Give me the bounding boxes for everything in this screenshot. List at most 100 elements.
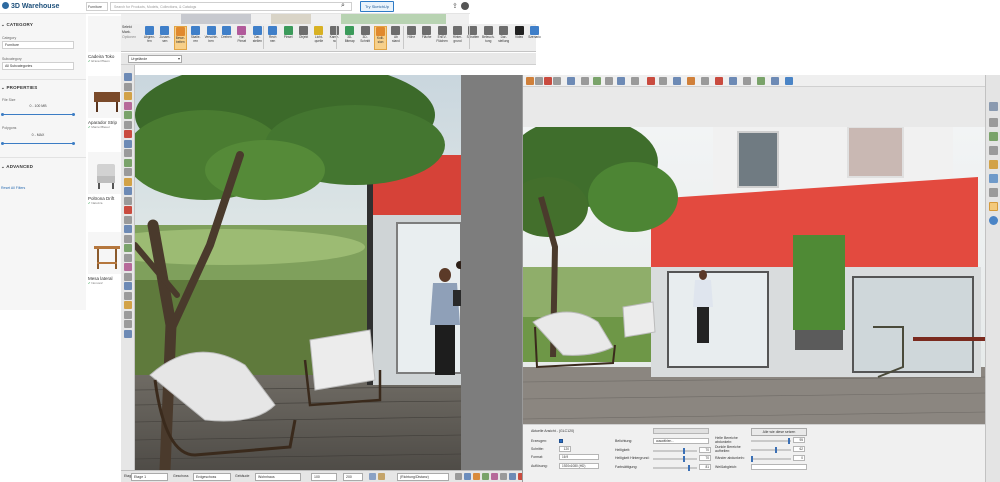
- draw-tool-icon[interactable]: [124, 177, 132, 186]
- dunkle-slider[interactable]: [751, 447, 791, 453]
- result-thumbnail[interactable]: [88, 76, 122, 118]
- draw-tool-icon[interactable]: [124, 130, 132, 138]
- result-card[interactable]: Poltrona Drift ✔ Natuzza: [88, 152, 122, 205]
- tool-bitmap-button[interactable]: 3D- Bitmap: [343, 26, 356, 50]
- select-group[interactable]: Selekt Mark. Optionen: [122, 25, 138, 51]
- layers-icon[interactable]: [989, 146, 998, 155]
- helligkeit-input[interactable]: 70: [699, 447, 711, 453]
- draw-tool-icon[interactable]: [124, 234, 132, 243]
- measure-icon[interactable]: [455, 473, 462, 480]
- draw-tool-icon[interactable]: [124, 111, 132, 119]
- view-icon[interactable]: [464, 473, 471, 480]
- light-catalog-icon[interactable]: [989, 160, 998, 169]
- draw-tool-icon[interactable]: [124, 101, 132, 110]
- file-size-slider[interactable]: [1, 113, 75, 116]
- warehouse-logo[interactable]: 3D Warehouse: [2, 2, 59, 10]
- sun-icon[interactable]: [473, 473, 480, 480]
- object-catalog-icon[interactable]: [989, 102, 998, 111]
- slider-handle[interactable]: [682, 448, 685, 454]
- tray-icon[interactable]: [989, 202, 998, 211]
- draw-tool-icon[interactable]: [124, 253, 132, 262]
- plant-catalog-icon[interactable]: [989, 132, 998, 141]
- apply-all-button[interactable]: Alle wie diese setzen: [751, 428, 807, 436]
- belichtung-select[interactable]: auswählen...: [653, 438, 709, 444]
- farbsaettigung-slider[interactable]: [653, 465, 697, 471]
- tool-distance-button[interactable]: Ab stand: [389, 26, 402, 50]
- draw-tool-icon[interactable]: [124, 120, 132, 129]
- helle-slider[interactable]: [751, 438, 791, 444]
- render-image[interactable]: [523, 127, 986, 463]
- camera-icon[interactable]: [500, 473, 507, 480]
- render-tool-icon[interactable]: [631, 77, 639, 85]
- layer-icon[interactable]: [482, 473, 489, 480]
- helle-input[interactable]: 95: [793, 437, 805, 443]
- draw-tool-icon[interactable]: [124, 310, 132, 319]
- tool-camera-button[interactable]: Kame- ra: [328, 26, 341, 50]
- tool-height-button[interactable]: Höhe: [405, 26, 418, 50]
- draw-tool-icon[interactable]: [124, 206, 132, 214]
- slider-handle[interactable]: [687, 465, 690, 471]
- tool-compute-button[interactable]: Rech nen: [266, 26, 279, 50]
- help-icon[interactable]: [989, 216, 998, 225]
- render-tool-icon[interactable]: [647, 77, 655, 85]
- render-tool-icon[interactable]: [715, 77, 723, 85]
- draw-tool-icon[interactable]: [124, 73, 132, 81]
- draw-tool-icon[interactable]: [124, 244, 132, 252]
- tool-move-button[interactable]: Verschie- ben: [205, 26, 218, 50]
- draw-tool-icon[interactable]: [124, 291, 132, 300]
- tool-scenario-button[interactable]: Szenario: [528, 26, 541, 50]
- tool-scale-button[interactable]: Skalie- ren: [189, 26, 202, 50]
- draw-tool-icon[interactable]: [124, 272, 132, 281]
- render-tool-icon[interactable]: [567, 77, 575, 85]
- render-tool-icon[interactable]: [544, 77, 552, 85]
- tool-area-button[interactable]: Fläche: [420, 26, 433, 50]
- direction-input[interactable]: (Richtung/Distanz): [397, 473, 449, 481]
- tool-display-mode-button[interactable]: Dar- stellung: [497, 26, 510, 50]
- geschoss-select[interactable]: Erdgeschoss: [193, 473, 231, 481]
- draw-tool-icon[interactable]: [124, 329, 132, 338]
- raender-input[interactable]: 0: [793, 455, 805, 461]
- result-thumbnail[interactable]: [88, 16, 122, 52]
- render-tool-icon[interactable]: [743, 77, 751, 85]
- draw-tool-icon[interactable]: [124, 82, 132, 91]
- snap-icon[interactable]: [378, 473, 385, 480]
- tool-light-button[interactable]: Licht- quelle: [312, 26, 325, 50]
- 3d-viewport[interactable]: [135, 75, 461, 470]
- render-tool-icon[interactable]: [659, 77, 667, 85]
- material-icon[interactable]: [491, 473, 498, 480]
- view-select[interactable]: Urgelände ▾: [128, 55, 182, 63]
- slider-max-handle[interactable]: [72, 142, 75, 145]
- raender-slider[interactable]: [751, 456, 791, 462]
- tool-background-button[interactable]: Hinter- grund: [451, 26, 464, 50]
- render-tool-icon[interactable]: [526, 77, 534, 85]
- tool-lighting-button[interactable]: Beleuch- tung: [482, 26, 495, 50]
- material-catalog-icon[interactable]: [989, 118, 998, 127]
- y-coordinate-input[interactable]: 200: [343, 473, 363, 481]
- render-tool-icon[interactable]: [535, 77, 543, 85]
- tool-edit-button[interactable]: Bewe- beiten: [173, 26, 187, 50]
- tool-merge-button[interactable]: Zusam- sen: [158, 26, 171, 50]
- draw-tool-icon[interactable]: [124, 187, 132, 195]
- draw-tool-icon[interactable]: [124, 225, 132, 233]
- render-tool-icon[interactable]: [729, 77, 737, 85]
- user-avatar-icon[interactable]: [461, 2, 469, 10]
- render-tool-icon[interactable]: [617, 77, 625, 85]
- render-tool-icon[interactable]: [673, 77, 681, 85]
- render-tool-icon[interactable]: [553, 77, 561, 85]
- slider-handle[interactable]: [682, 456, 685, 462]
- draw-tool-icon[interactable]: [124, 320, 132, 328]
- grid-icon[interactable]: [369, 473, 376, 480]
- draw-tool-icon[interactable]: [124, 215, 132, 224]
- slider-handle[interactable]: [751, 456, 753, 462]
- render-tool-icon[interactable]: [785, 77, 793, 85]
- render-tool-icon[interactable]: [757, 77, 765, 85]
- search-icon[interactable]: ⌕: [341, 2, 349, 10]
- hintergrund-slider[interactable]: [653, 456, 697, 462]
- tool-align-button[interactable]: Abgren- fen: [143, 26, 156, 50]
- subcategory-dropdown[interactable]: All Subcategories: [2, 62, 74, 70]
- properties-icon[interactable]: [989, 174, 998, 183]
- polygons-slider[interactable]: [1, 142, 75, 145]
- render-tool-icon[interactable]: [593, 77, 601, 85]
- slider-min-handle[interactable]: [1, 113, 4, 116]
- result-thumbnail[interactable]: [88, 152, 122, 194]
